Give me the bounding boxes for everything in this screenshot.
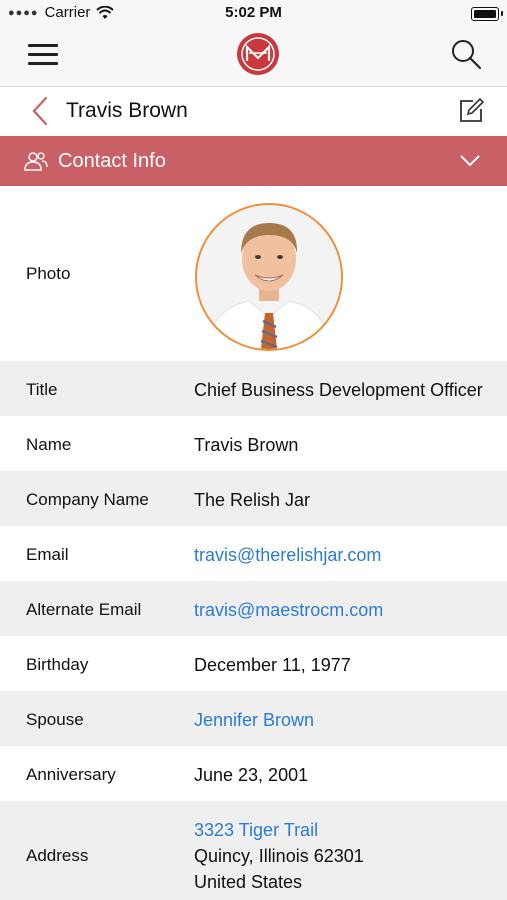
contact-info-section-header[interactable]: Contact Info — [0, 136, 507, 186]
email-label: Email — [26, 545, 69, 564]
birthday-value: December 11, 1977 — [194, 655, 351, 675]
name-value: Travis Brown — [194, 435, 299, 455]
anniversary-value: June 23, 2001 — [194, 765, 309, 785]
nav-bar — [0, 26, 507, 87]
menu-icon[interactable] — [28, 42, 58, 66]
alt-email-label: Alternate Email — [26, 600, 142, 619]
contact-title-bar: Travis Brown — [0, 87, 507, 135]
avatar — [195, 203, 343, 351]
address-row: Address 3323 Tiger Trail Quincy, Illinoi… — [0, 801, 507, 900]
address-street-link[interactable]: 3323 Tiger Trail — [194, 820, 318, 841]
name-row: Name Travis Brown — [0, 416, 507, 471]
contacts-icon — [24, 152, 48, 171]
status-bar: ●●●● Carrier 5:02 PM — [0, 0, 507, 26]
app-logo-icon[interactable] — [235, 31, 281, 77]
battery-icon — [471, 7, 503, 21]
email-link[interactable]: travis@therelishjar.com — [194, 545, 381, 566]
address-city: Quincy, Illinois 62301 — [194, 846, 364, 866]
back-chevron-icon[interactable] — [30, 96, 50, 126]
company-value: The Relish Jar — [194, 490, 311, 510]
birthday-row: Birthday December 11, 1977 — [0, 636, 507, 691]
title-row: Title Chief Business Development Officer — [0, 361, 507, 416]
page-title: Travis Brown — [66, 99, 188, 122]
company-label: Company Name — [26, 490, 149, 509]
edit-icon[interactable] — [457, 97, 485, 125]
spouse-row: Spouse Jennifer Brown — [0, 691, 507, 746]
email-row: Email travis@therelishjar.com — [0, 526, 507, 581]
alt-email-row: Alternate Email travis@maestrocm.com — [0, 581, 507, 636]
chevron-down-icon[interactable] — [459, 154, 481, 168]
status-time: 5:02 PM — [225, 4, 282, 21]
birthday-label: Birthday — [26, 655, 89, 674]
alt-email-link[interactable]: travis@maestrocm.com — [194, 600, 383, 621]
name-label: Name — [26, 435, 72, 454]
search-icon[interactable] — [449, 37, 483, 71]
title-label: Title — [26, 380, 58, 399]
spouse-label: Spouse — [26, 710, 84, 729]
photo-label: Photo — [26, 264, 71, 283]
section-label: Contact Info — [58, 150, 166, 172]
title-value: Chief Business Development Officer — [194, 380, 483, 400]
anniversary-row: Anniversary June 23, 2001 — [0, 746, 507, 801]
company-row: Company Name The Relish Jar — [0, 471, 507, 526]
avatar-portrait — [197, 205, 341, 349]
address-label: Address — [26, 846, 89, 865]
anniversary-label: Anniversary — [26, 765, 116, 784]
address-country: United States — [194, 872, 303, 892]
spouse-link[interactable]: Jennifer Brown — [194, 710, 314, 731]
